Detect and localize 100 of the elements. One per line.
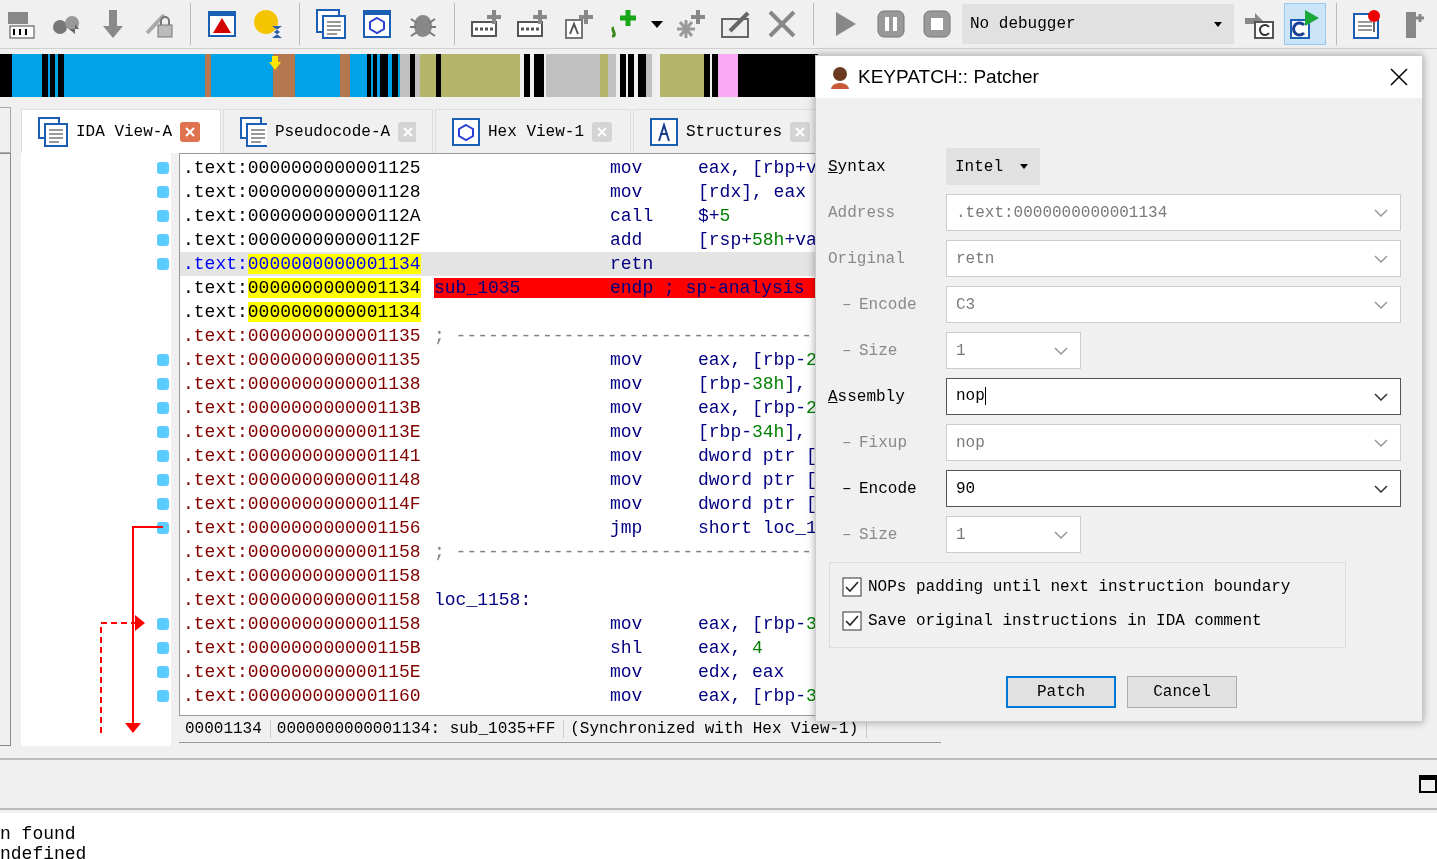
field-label: Syntax — [828, 157, 886, 176]
dash-mark: – — [841, 479, 853, 498]
checkbox-icon — [842, 611, 862, 631]
debugger-select[interactable]: No debugger — [962, 4, 1234, 44]
operand: [rbp-38h], — [698, 374, 807, 394]
mnemonic: call — [610, 206, 655, 226]
mnemonic: endp ; sp-analysis — [610, 278, 805, 298]
dialog-button[interactable]: Patch — [1006, 676, 1116, 708]
line-address: .text:0000000000001148 — [183, 470, 422, 490]
mnemonic: mov — [610, 350, 644, 370]
line-address: .text:0000000000001135 — [183, 350, 422, 370]
operand: eax, [rbp+v — [698, 158, 817, 178]
chevron-down-icon — [1374, 208, 1388, 217]
dialog-button[interactable]: Cancel — [1127, 676, 1237, 708]
view-tab[interactable]: IDA View-A — [21, 109, 221, 153]
listing-window-icon — [315, 8, 347, 40]
line-address: .text:000000000000114F — [183, 494, 422, 514]
mnemonic: retn — [610, 254, 655, 274]
operand: $+5 — [698, 206, 731, 226]
caret-icon — [651, 20, 663, 28]
chevron-down-icon — [1054, 346, 1068, 355]
operand: [rsp+58h+va — [698, 230, 817, 250]
view-tab[interactable]: Hex View-1 — [435, 109, 631, 153]
run-document-icon — [1289, 8, 1321, 40]
mnemonic: mov — [610, 422, 644, 442]
operand: [rbp-34h], — [698, 422, 807, 442]
operand: dword ptr [ — [698, 470, 817, 490]
mnemonic: shl — [610, 638, 644, 658]
line-address: .text:0000000000001158 — [183, 590, 422, 610]
toolbar-button[interactable] — [1284, 3, 1326, 45]
mnemonic: jmp — [610, 518, 644, 538]
checkbox-icon — [842, 577, 862, 597]
down-arrow-icon — [101, 8, 125, 40]
line-address: .text:0000000000001158 — [183, 566, 422, 586]
field-label: Address — [828, 203, 896, 222]
field-label: Encode — [859, 295, 917, 314]
operand: eax, [rbp-3 — [698, 614, 817, 634]
asterisk-plus-icon — [674, 8, 706, 40]
mnemonic: mov — [610, 398, 644, 418]
line-address: .text:0000000000001156 — [183, 518, 422, 538]
stop-icon — [923, 10, 951, 38]
operand: eax, [rbp-2 — [698, 350, 817, 370]
mnemonic: mov — [610, 374, 644, 394]
line-address: .text:000000000000115E — [183, 662, 422, 682]
mnemonic: mov — [610, 446, 644, 466]
maximize-icon[interactable] — [1419, 775, 1437, 793]
field-label: Encode — [859, 479, 917, 498]
field-label: Assembly — [828, 387, 905, 406]
chevron-down-icon — [1374, 438, 1388, 447]
mnemonic: mov — [610, 182, 644, 202]
syntax-dropdown[interactable]: Intel — [946, 148, 1040, 185]
option-checkbox[interactable]: NOPs padding until next instruction boundary — [842, 577, 1333, 597]
dialog-title: KEYPATCH:: Patcher — [858, 66, 1040, 88]
line-address: .text:0000000000001125 — [183, 158, 422, 178]
mnemonic: add — [610, 230, 644, 250]
chevron-down-icon — [1374, 300, 1388, 309]
status-text: 0000000000001134: sub_1035+FF — [270, 720, 565, 738]
line-address: .text:0000000000001135 — [183, 326, 422, 346]
line-address: .text:000000000000113B — [183, 398, 422, 418]
option-checkbox[interactable]: Save original instructions in IDA comment — [842, 611, 1333, 631]
output-line: n found — [0, 824, 77, 844]
dash-mark: – — [841, 525, 853, 544]
line-address: .text:0000000000001128 — [183, 182, 422, 202]
warning-window-icon — [207, 9, 237, 39]
structure-icon — [650, 117, 678, 146]
operand: [rdx], eax — [698, 182, 807, 202]
dash-mark: – — [841, 341, 853, 360]
avatar-icon — [828, 65, 852, 89]
hex-window-icon — [452, 117, 480, 146]
close-icon[interactable] — [1390, 68, 1408, 86]
line-address: .text:0000000000001158 — [183, 542, 422, 562]
mnemonic: mov — [610, 662, 644, 682]
chevron-down-icon — [1374, 254, 1388, 263]
operand: eax, 4 — [698, 638, 763, 658]
pencil-window-icon — [720, 9, 752, 39]
mnemonic: mov — [610, 470, 644, 490]
delete-icon — [767, 9, 797, 39]
operand: eax, [rbp-3 — [698, 686, 817, 706]
code-label: loc_1158: — [434, 590, 533, 610]
hourglass-icon — [252, 8, 284, 40]
field-label: Original — [828, 249, 905, 268]
combo-field[interactable]: nop — [946, 378, 1401, 415]
listing-window-icon — [38, 116, 68, 147]
chevron-down-icon — [1374, 392, 1388, 401]
chevron-down-icon — [1054, 530, 1068, 539]
function-label: sub_1035 — [434, 278, 522, 298]
line-address: .text:0000000000001160 — [183, 686, 422, 706]
status-text: 00001134 — [179, 720, 271, 738]
hex-window-icon — [362, 9, 392, 39]
separator-comment: ; --------------------------------- — [434, 326, 813, 346]
operand: edx, eax — [698, 662, 785, 682]
combo-field[interactable]: 90 — [946, 470, 1401, 507]
play-icon — [833, 10, 857, 38]
operand: eax, [rbp-2 — [698, 398, 817, 418]
field-label: Size — [859, 341, 898, 360]
mnemonic: mov — [610, 158, 644, 178]
chevron-down-icon — [1374, 484, 1388, 493]
view-tab[interactable]: Pseudocode-A — [223, 109, 433, 153]
dash-mark: – — [841, 295, 853, 314]
mnemonic: mov — [610, 614, 644, 634]
